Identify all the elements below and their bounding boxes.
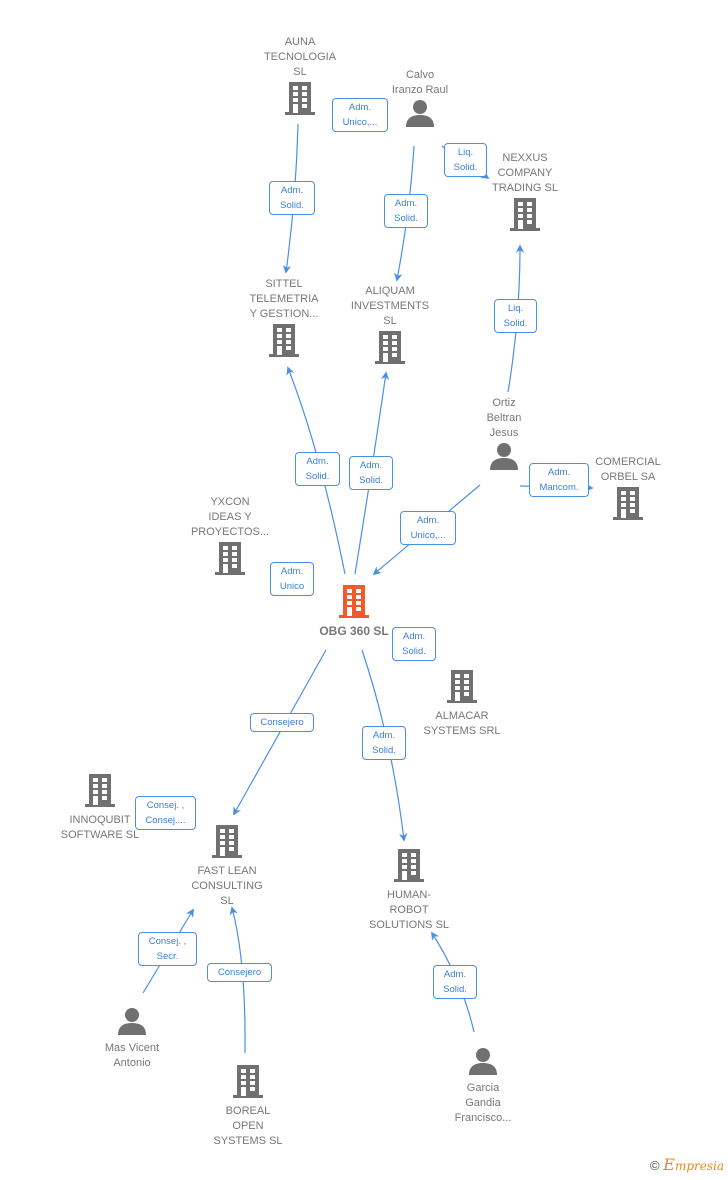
- edge-label[interactable]: Adm. Solid.: [362, 726, 406, 760]
- edge-label[interactable]: Consejero: [207, 963, 272, 982]
- node-human-robot[interactable]: HUMAN- ROBOT SOLUTIONS SL: [359, 847, 459, 933]
- brand-logo: Empresia: [663, 1155, 724, 1174]
- node-fastlean[interactable]: FAST LEAN CONSULTING SL: [177, 823, 277, 909]
- node-yxcon[interactable]: YXCON IDEAS Y PROYECTOS...: [180, 495, 280, 581]
- node-label: FAST LEAN CONSULTING SL: [191, 865, 263, 907]
- node-label: AUNA TECNOLOGIA SL: [263, 36, 337, 78]
- node-label: Calvo Iranzo Raul: [391, 69, 449, 96]
- node-almacar[interactable]: ALMACAR SYSTEMS SRL: [412, 668, 512, 739]
- node-boreal[interactable]: BOREAL OPEN SYSTEMS SL: [198, 1063, 298, 1149]
- building-icon: [234, 322, 334, 363]
- edge-label[interactable]: Adm. Solid.: [295, 452, 340, 486]
- building-icon: [180, 540, 280, 581]
- node-label: ALMACAR SYSTEMS SRL: [423, 710, 501, 737]
- edge-label[interactable]: Adm. Solid.: [384, 194, 428, 228]
- node-label: NEXXUS COMPANY TRADING SL: [491, 152, 558, 194]
- node-nexxus[interactable]: NEXXUS COMPANY TRADING SL: [475, 151, 575, 237]
- person-icon: [82, 1006, 182, 1041]
- node-label: COMERCIAL ORBEL SA: [595, 456, 661, 483]
- node-comercial[interactable]: COMERCIAL ORBEL SA: [578, 455, 678, 526]
- node-label: Ortiz Beltran Jesus: [486, 397, 522, 439]
- node-label: YXCON IDEAS Y PROYECTOS...: [190, 496, 270, 538]
- footer-brand[interactable]: © Empresia: [650, 1155, 724, 1174]
- edge-label[interactable]: Adm. Unico,...: [400, 511, 456, 545]
- node-garcia[interactable]: Garcia Gandia Francisco...: [433, 1046, 533, 1126]
- copyright-symbol: ©: [650, 1158, 660, 1173]
- node-label: BOREAL OPEN SYSTEMS SL: [213, 1105, 283, 1147]
- building-icon: [359, 847, 459, 888]
- edge-label[interactable]: Adm. Unico: [270, 562, 314, 596]
- node-label: HUMAN- ROBOT SOLUTIONS SL: [368, 889, 450, 931]
- node-label: ALIQUAM INVESTMENTS SL: [350, 285, 430, 327]
- edge-label[interactable]: Adm. Unico,...: [332, 98, 388, 132]
- node-aliquam[interactable]: ALIQUAM INVESTMENTS SL: [340, 284, 440, 370]
- building-icon: [412, 668, 512, 709]
- building-icon: [578, 485, 678, 526]
- edge-label[interactable]: Adm. Solid.: [269, 181, 315, 215]
- node-label: SITTEL TELEMETRIA Y GESTION...: [249, 278, 319, 320]
- node-mas-vicent[interactable]: Mas Vicent Antonio: [82, 1006, 182, 1071]
- node-label: Mas Vicent Antonio: [104, 1042, 160, 1069]
- edge-label[interactable]: Adm. Solid.: [392, 627, 436, 661]
- edge-label[interactable]: Liq. Solid.: [444, 143, 487, 177]
- edge-label[interactable]: Consej. , Consej....: [135, 796, 196, 830]
- edge-label[interactable]: Adm. Solid.: [433, 965, 477, 999]
- node-obg-360[interactable]: OBG 360 SL: [304, 583, 404, 639]
- edge-line: [233, 649, 327, 816]
- node-label: Garcia Gandia Francisco...: [454, 1082, 512, 1124]
- person-icon: [433, 1046, 533, 1081]
- building-icon: [340, 329, 440, 370]
- building-icon: [304, 583, 404, 624]
- node-label: OBG 360 SL: [319, 624, 389, 638]
- edge-label[interactable]: Consejero: [250, 713, 314, 732]
- edge-label[interactable]: Liq. Solid.: [494, 299, 537, 333]
- building-icon: [475, 196, 575, 237]
- edge-label[interactable]: Adm. Mancom.: [529, 463, 589, 497]
- node-sittel[interactable]: SITTEL TELEMETRIA Y GESTION...: [234, 277, 334, 363]
- building-icon: [198, 1063, 298, 1104]
- edge-label[interactable]: Adm. Solid.: [349, 456, 393, 490]
- edge-label[interactable]: Consej. , Secr.: [138, 932, 197, 966]
